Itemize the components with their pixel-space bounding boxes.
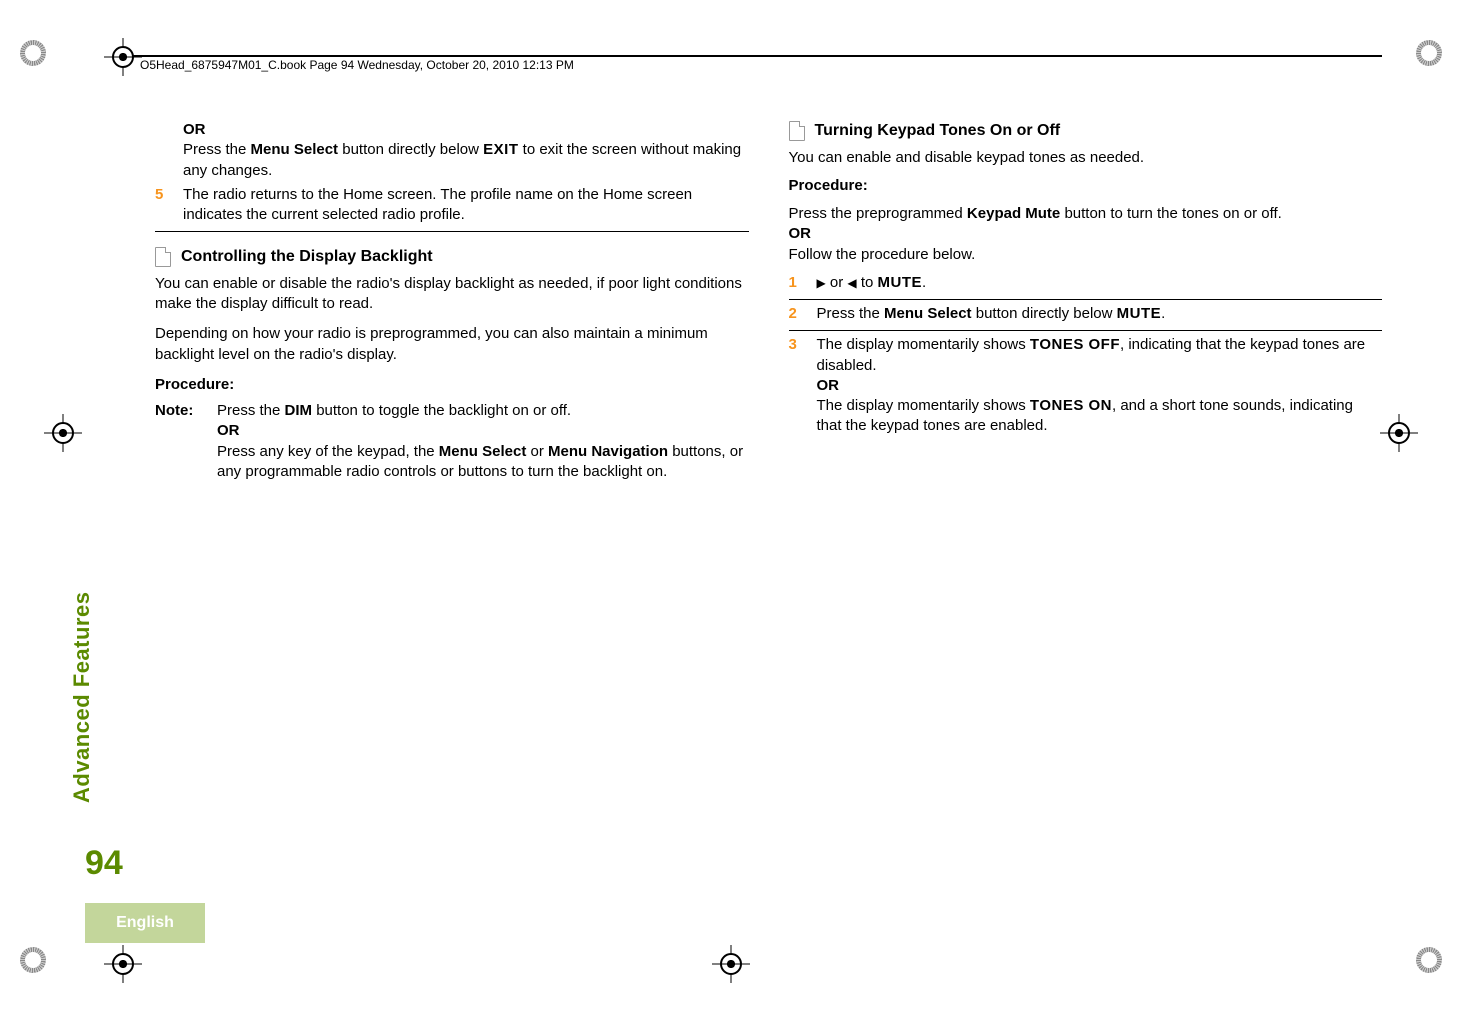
page-icon bbox=[155, 247, 171, 267]
left-arrow-icon: ◀ bbox=[847, 276, 856, 290]
menu-select-label: Menu Select bbox=[251, 141, 339, 158]
crop-gear-icon bbox=[1416, 40, 1442, 66]
header-rule bbox=[130, 55, 1382, 57]
or-label: OR bbox=[183, 121, 206, 138]
body-text: Depending on how your radio is preprogra… bbox=[155, 324, 749, 365]
left-column: OR Press the Menu Select button directly… bbox=[155, 120, 749, 953]
dim-button-label: DIM bbox=[285, 402, 313, 419]
procedure-text: Procedure: bbox=[155, 376, 234, 393]
note-label: Note: bbox=[155, 401, 203, 482]
crop-gear-icon bbox=[20, 947, 46, 973]
step-text: The display momentarily shows TONES OFF,… bbox=[817, 335, 1383, 436]
text: or bbox=[826, 274, 848, 291]
section-heading-backlight: Controlling the Display Backlight bbox=[155, 246, 749, 268]
crop-target-icon bbox=[1386, 420, 1412, 446]
step-1: 1 ▶ or ◀ to MUTE. bbox=[789, 273, 1383, 300]
body-text: You can enable or disable the radio's di… bbox=[155, 274, 749, 315]
body-text: Press the preprogrammed Keypad Mute butt… bbox=[789, 204, 1383, 224]
text: button directly below bbox=[972, 305, 1117, 322]
procedure-label: Procedure: bbox=[155, 375, 749, 395]
step-3: 3 The display momentarily shows TONES OF… bbox=[789, 335, 1383, 442]
text: Press the preprogrammed bbox=[789, 205, 967, 222]
body-text: Follow the procedure below. bbox=[789, 245, 1383, 265]
step-2: 2 Press the Menu Select button directly … bbox=[789, 304, 1383, 331]
or-label: OR bbox=[789, 224, 1383, 244]
section-heading-keypad-tones: Turning Keypad Tones On or Off bbox=[789, 120, 1383, 142]
menu-select-label: Menu Select bbox=[884, 305, 972, 322]
step-number: 1 bbox=[789, 273, 807, 293]
procedure-label: Procedure: bbox=[789, 176, 1383, 196]
heading-text: Turning Keypad Tones On or Off bbox=[815, 120, 1061, 142]
tones-on-label: TONES ON bbox=[1030, 397, 1112, 414]
or-label: OR bbox=[217, 422, 240, 439]
step-number: 2 bbox=[789, 304, 807, 324]
step-number: 3 bbox=[789, 335, 807, 436]
note-body: Press the DIM button to toggle the backl… bbox=[217, 401, 749, 482]
menu-navigation-label: Menu Navigation bbox=[548, 443, 668, 460]
heading-text: Controlling the Display Backlight bbox=[181, 246, 433, 268]
text: or bbox=[526, 443, 548, 460]
step-text: ▶ or ◀ to MUTE. bbox=[817, 273, 927, 293]
menu-select-label: Menu Select bbox=[439, 443, 527, 460]
text: button to toggle the backlight on or off… bbox=[312, 402, 571, 419]
text: Press the bbox=[183, 141, 251, 158]
text: button directly below bbox=[338, 141, 483, 158]
text: button to turn the tones on or off. bbox=[1060, 205, 1282, 222]
crop-target-icon bbox=[718, 951, 744, 977]
text: OR bbox=[789, 225, 812, 242]
crop-target-icon bbox=[110, 44, 136, 70]
page-icon bbox=[789, 121, 805, 141]
keypad-mute-label: Keypad Mute bbox=[967, 205, 1060, 222]
step-5: 5 The radio returns to the Home screen. … bbox=[155, 185, 749, 233]
text: . bbox=[922, 274, 926, 291]
text: Press the bbox=[817, 305, 885, 322]
mute-softkey: MUTE bbox=[878, 274, 923, 291]
crop-gear-icon bbox=[20, 40, 46, 66]
note-block: Note: Press the DIM button to toggle the… bbox=[155, 401, 749, 482]
language-tab: English bbox=[85, 903, 205, 943]
side-tab-label: Advanced Features bbox=[69, 592, 95, 803]
crop-gear-icon bbox=[1416, 947, 1442, 973]
text: . bbox=[1161, 305, 1165, 322]
text: Press any key of the keypad, the bbox=[217, 443, 439, 460]
or-label: OR bbox=[817, 377, 840, 394]
text: The display momentarily shows bbox=[817, 336, 1030, 353]
right-arrow-icon: ▶ bbox=[817, 276, 826, 290]
page-number: 94 bbox=[85, 844, 123, 883]
exit-softkey: EXIT bbox=[483, 141, 518, 158]
mute-softkey: MUTE bbox=[1117, 305, 1162, 322]
page-content: OR Press the Menu Select button directly… bbox=[155, 120, 1382, 953]
procedure-text: Procedure: bbox=[789, 177, 868, 194]
or-block: OR Press the Menu Select button directly… bbox=[183, 120, 749, 181]
crop-target-icon bbox=[50, 420, 76, 446]
text: Press the bbox=[217, 402, 285, 419]
tones-off-label: TONES OFF bbox=[1030, 336, 1120, 353]
step-text: Press the Menu Select button directly be… bbox=[817, 304, 1166, 324]
text: to bbox=[857, 274, 878, 291]
body-text: You can enable and disable keypad tones … bbox=[789, 148, 1383, 168]
step-number: 5 bbox=[155, 185, 173, 226]
right-column: Turning Keypad Tones On or Off You can e… bbox=[789, 120, 1383, 953]
text: The display momentarily shows bbox=[817, 397, 1030, 414]
step-text: The radio returns to the Home screen. Th… bbox=[183, 185, 749, 226]
body-text: Press the Menu Select button directly be… bbox=[183, 141, 741, 178]
crop-target-icon bbox=[110, 951, 136, 977]
running-header: O5Head_6875947M01_C.book Page 94 Wednesd… bbox=[140, 58, 574, 72]
